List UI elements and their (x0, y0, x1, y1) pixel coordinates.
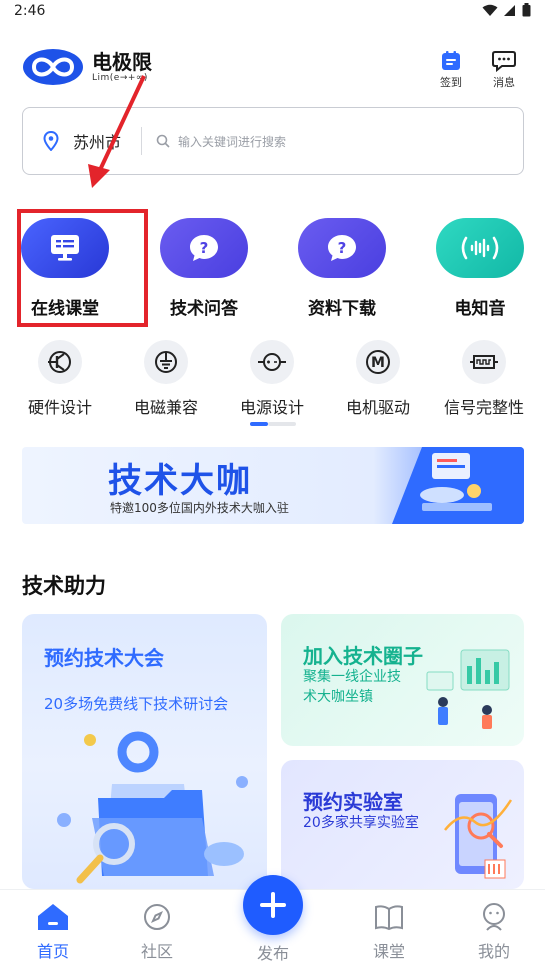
ground-icon (144, 340, 188, 384)
messages-label: 消息 (493, 76, 515, 89)
annotation-arrow-icon (88, 75, 146, 188)
motor-icon: M (356, 340, 400, 384)
nav-home-label: 首页 (36, 942, 69, 961)
publish-button[interactable] (243, 875, 303, 935)
search-input[interactable]: 输入关键词进行搜索 (178, 133, 286, 150)
svg-text:M: M (371, 355, 385, 371)
transistor-icon (38, 340, 82, 384)
power-source-icon (250, 340, 294, 384)
feature-label: 资料下载 (308, 299, 376, 319)
card-subtitle: 聚集一线企业技术大咖坐镇 (303, 669, 401, 705)
category-label: 电源设计 (239, 398, 304, 417)
card-book-conference[interactable]: 预约技术大会 20多场免费线下技术研讨会 (22, 614, 267, 889)
home-icon (38, 904, 68, 930)
messages-button[interactable]: 消息 (492, 50, 516, 90)
category-emc[interactable]: 电磁兼容 (116, 340, 216, 418)
experts-banner[interactable]: 技术大咖 特邀100多位国内外技术大咖入驻 (22, 447, 524, 524)
nav-mine-label: 我的 (477, 942, 510, 961)
feature-tech-qa[interactable]: ? 技术问答 (149, 218, 259, 319)
nav-home[interactable]: 首页 (23, 902, 83, 962)
category-power[interactable]: 电源设计 (222, 340, 322, 418)
signal-icon (462, 340, 506, 384)
battery-icon (522, 3, 531, 17)
status-icons (482, 3, 531, 17)
svg-text:?: ? (338, 239, 347, 257)
question-chat-icon: ? (298, 218, 386, 278)
status-time: 2:46 (14, 3, 46, 19)
category-motor[interactable]: M 电机驱动 (328, 340, 428, 418)
category-label: 信号完整性 (443, 398, 524, 417)
team-illustration-icon (426, 649, 510, 729)
card-title: 加入技术圈子 (303, 644, 423, 668)
nav-mine[interactable]: 我的 (464, 902, 524, 962)
checkin-label: 签到 (440, 76, 462, 89)
category-label: 硬件设计 (27, 398, 92, 417)
card-title: 预约实验室 (303, 790, 403, 814)
compass-icon (144, 904, 170, 930)
calendar-check-icon (442, 51, 460, 70)
card-subtitle: 20多场免费线下技术研讨会 (44, 695, 229, 713)
feature-label: 电知音 (454, 299, 506, 319)
plus-icon (260, 892, 286, 918)
nav-community[interactable]: 社区 (127, 902, 187, 962)
nav-classroom-label: 课堂 (372, 942, 405, 961)
page-indicator-active (250, 422, 268, 426)
category-label: 电磁兼容 (133, 398, 198, 417)
category-hardware[interactable]: 硬件设计 (10, 340, 110, 418)
page-indicator (268, 422, 296, 426)
banner-title: 技术大咖 (108, 461, 252, 501)
lab-illustration-icon (444, 794, 513, 879)
nav-classroom[interactable]: 课堂 (359, 902, 419, 962)
svg-text:?: ? (200, 239, 209, 257)
banner-subtitle: 特邀100多位国内外技术大咖入驻 (110, 501, 289, 515)
folder-illustration-icon (57, 731, 248, 884)
section-title: 技术助力 (22, 574, 106, 598)
feature-audio[interactable]: 电知音 (425, 218, 535, 319)
book-icon (375, 905, 403, 931)
annotation-highlight-box (17, 209, 148, 327)
feature-label: 技术问答 (170, 299, 238, 319)
question-chat-icon: ? (160, 218, 248, 278)
chat-bubble-icon (492, 51, 516, 72)
wifi-icon (482, 4, 498, 16)
user-icon (483, 903, 505, 931)
card-join-circle[interactable]: 加入技术圈子 聚集一线企业技术大咖坐镇 (281, 614, 524, 746)
card-title: 预约技术大会 (44, 646, 164, 670)
card-book-lab[interactable]: 预约实验室 20多家共享实验室 (281, 760, 524, 889)
sound-wave-icon (436, 218, 524, 278)
expert-illustration-icon (392, 447, 524, 524)
feature-download[interactable]: ? 资料下载 (287, 218, 397, 319)
publish-label: 发布 (256, 944, 289, 963)
nav-community-label: 社区 (140, 942, 173, 961)
category-label: 电机驱动 (345, 398, 410, 417)
location-pin-icon (43, 131, 59, 151)
category-signal-integrity[interactable]: 信号完整性 (434, 340, 534, 418)
card-subtitle: 20多家共享实验室 (303, 815, 419, 831)
checkin-button[interactable]: 签到 (440, 50, 462, 90)
signal-icon (504, 4, 515, 16)
